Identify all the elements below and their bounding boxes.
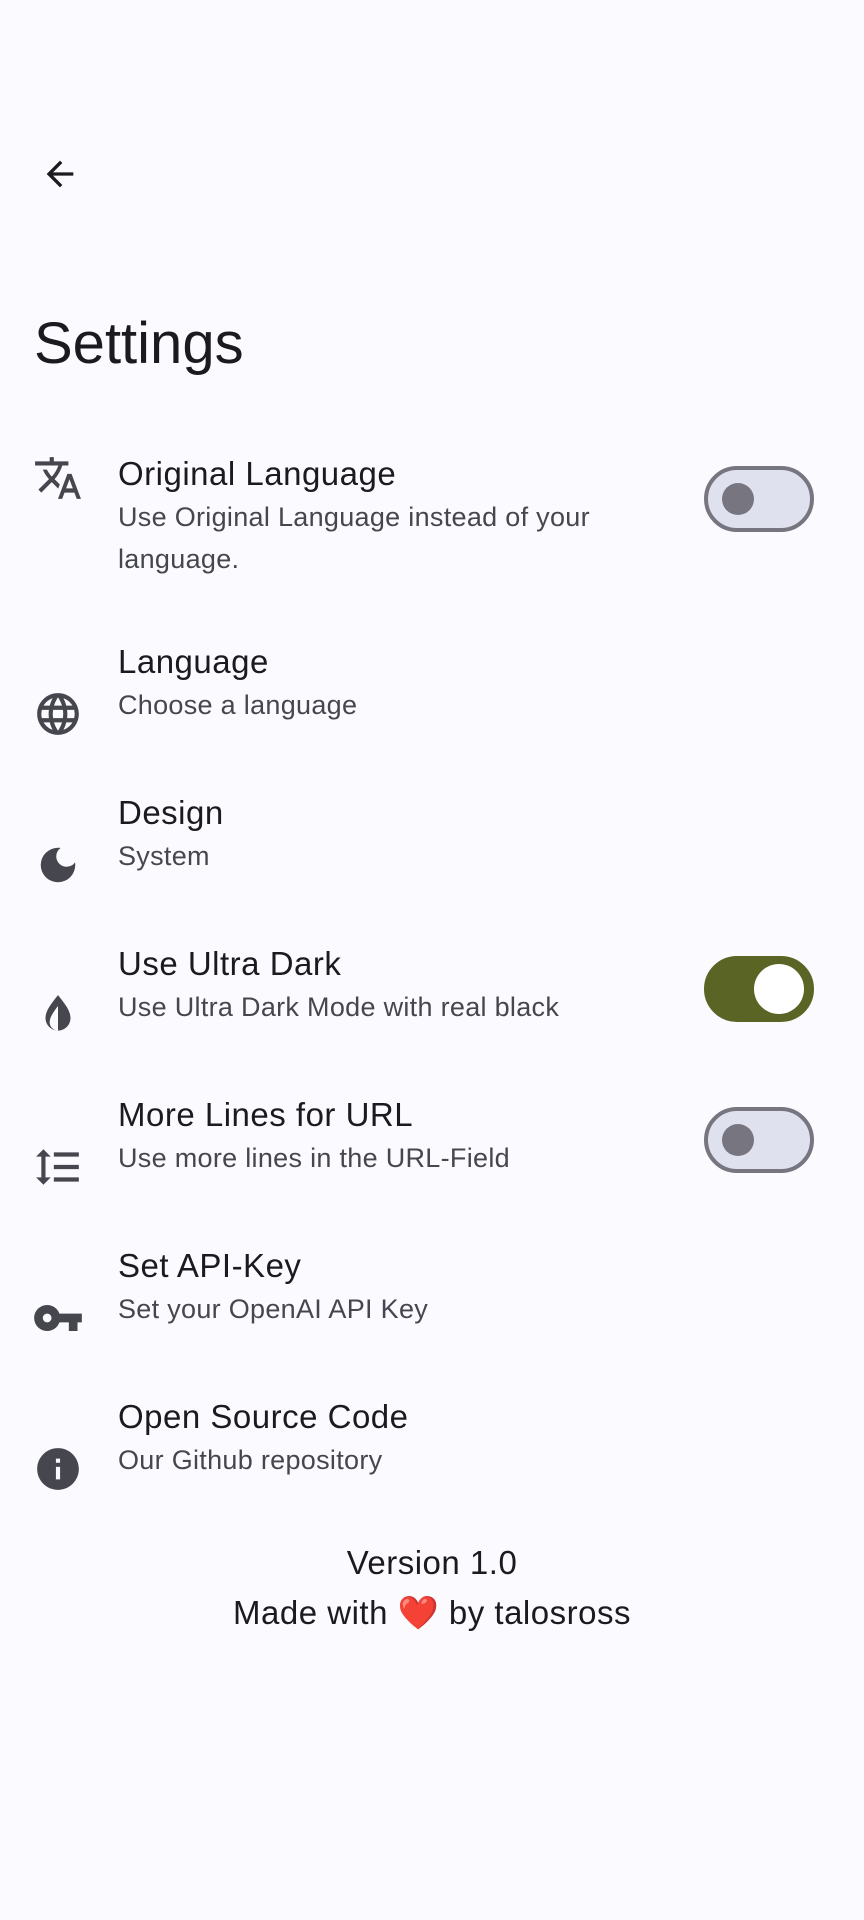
globe-icon (30, 686, 86, 742)
back-button[interactable] (28, 142, 92, 206)
version-text: Version 1.0 (346, 1544, 518, 1581)
setting-title: Use Ultra Dark (118, 945, 342, 982)
line-spacing-icon (30, 1139, 86, 1195)
heart-icon: ❤️ (397, 1594, 440, 1631)
setting-language[interactable]: Language Choose a language (0, 632, 864, 783)
arrow-back-icon (46, 160, 74, 188)
setting-design[interactable]: Design System (0, 783, 864, 934)
key-icon (30, 1290, 86, 1346)
setting-use-ultra-dark[interactable]: Use Ultra Dark Use Ultra Dark Mode with … (0, 934, 864, 1085)
setting-subtitle: Use Ultra Dark Mode with real black (118, 992, 560, 1022)
moon-icon (30, 837, 86, 893)
setting-subtitle: Use more lines in the URL-Field (118, 1143, 510, 1173)
setting-title: Open Source Code (118, 1398, 409, 1435)
made-with-suffix: by talosross (448, 1594, 631, 1631)
made-with-text: Made with ❤️ by talosross (0, 1588, 864, 1638)
setting-subtitle: Choose a language (118, 690, 358, 720)
setting-title: Set API-Key (118, 1247, 302, 1284)
more-lines-switch[interactable] (704, 1107, 814, 1173)
setting-subtitle: Use Original Language instead of your la… (118, 502, 590, 574)
info-icon (30, 1441, 86, 1497)
contrast-icon (30, 988, 86, 1044)
setting-subtitle: System (118, 841, 210, 871)
ultra-dark-switch[interactable] (704, 956, 814, 1022)
setting-set-api-key[interactable]: Set API-Key Set your OpenAI API Key (0, 1236, 864, 1387)
made-with-prefix: Made with (233, 1594, 388, 1631)
page-title: Settings (34, 311, 244, 376)
switch-thumb (722, 1124, 754, 1156)
setting-subtitle: Our Github repository (118, 1445, 383, 1475)
switch-thumb (754, 964, 804, 1014)
translate-icon (30, 450, 86, 506)
settings-list: Original Language Use Original Language … (0, 432, 864, 1538)
setting-title: Design (118, 794, 224, 831)
switch-thumb (722, 483, 754, 515)
footer: Version 1.0 Made with ❤️ by talosross (0, 1538, 864, 1638)
original-language-switch[interactable] (704, 466, 814, 532)
setting-original-language[interactable]: Original Language Use Original Language … (0, 432, 864, 632)
setting-title: Language (118, 643, 269, 680)
setting-subtitle: Set your OpenAI API Key (118, 1294, 429, 1324)
setting-more-lines-url[interactable]: More Lines for URL Use more lines in the… (0, 1085, 864, 1236)
setting-title: Original Language (118, 455, 397, 492)
setting-title: More Lines for URL (118, 1096, 414, 1133)
setting-open-source-code[interactable]: Open Source Code Our Github repository (0, 1387, 864, 1538)
